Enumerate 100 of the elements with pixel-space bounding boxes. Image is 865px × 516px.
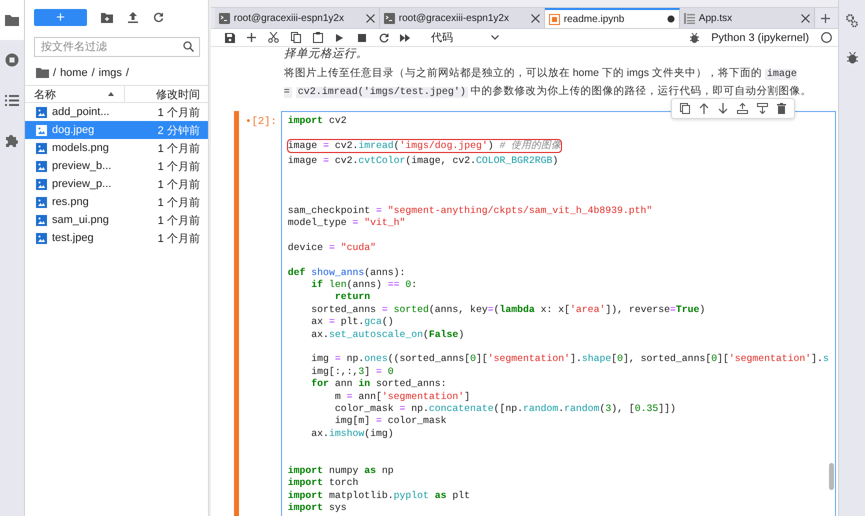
kernel-idle-icon [821,32,832,43]
scrollbar-thumb[interactable] [829,463,834,490]
new-folder-icon[interactable] [101,12,113,22]
code-line: import matplotlib.pyplot as plt [288,490,470,502]
file-item[interactable]: test.jpeg 1 个月前 [25,229,208,247]
duplicate-icon[interactable] [680,103,690,114]
code-line: ax = plt.gca() [310,316,394,329]
modified-time: 1 个月前 [158,106,200,120]
close-icon[interactable] [800,14,810,22]
insert-below-icon[interactable] [756,103,768,114]
editor-tab[interactable]: root@gracexiii-espn1y2x [214,8,380,28]
caret-icon [490,35,499,40]
search-icon [183,41,194,52]
image-file-icon [36,142,47,154]
code-line: sorted_anns = sorted(anns, key=(lambda x: x['area']), reverse=True) [310,304,706,316]
modified-time: 1 个月前 [158,232,200,246]
file-item[interactable]: dog.jpeg 2 分钟前 [25,121,208,139]
image-file-icon [36,124,47,136]
code-line: return [334,291,370,304]
column-header[interactable]: 名称 [34,86,56,102]
kernel-name[interactable]: Python 3 (ipykernel) [711,32,810,44]
file-name: sam_ui.png [52,214,110,226]
markdown-text: 择单元格运行。 [284,47,369,61]
modified-time: 1 个月前 [158,178,200,192]
code-line: img = np.ones((sorted_anns[0]['segmentation'].shape[0], sorted_anns[0]['segmentation'].s [310,353,829,366]
terminal-icon [218,12,230,24]
code-line: ax.imshow(img) [310,428,394,440]
modified-time: 1 个月前 [158,160,200,174]
code-line: ax.set_autoscale_on(False) [310,328,464,342]
code-line: import cv2 [288,115,347,128]
file-item[interactable]: add_point... 1 个月前 [25,103,208,121]
delete-icon[interactable] [776,103,786,114]
file-item[interactable]: res.png 1 个月前 [25,193,208,211]
code-editor[interactable] [280,111,836,516]
code-line: import torch [288,477,358,490]
code-line: device = "cuda" [288,242,376,254]
code-line: model_type = "vit_h" [288,217,406,230]
editor-tab[interactable]: readme.ipynb [544,8,680,28]
insert-above-icon[interactable] [736,103,748,114]
sort-ascending-icon[interactable] [108,92,114,96]
image-file-icon [36,160,47,172]
new-launcher-button[interactable]: + [34,9,87,26]
file-item[interactable]: sam_ui.png 1 个月前 [25,211,208,229]
image-file-icon [36,178,47,190]
bug-icon[interactable] [690,32,700,42]
code-line: img[:,:,3] = 0 [310,366,394,378]
folder-icon [36,68,49,78]
code-line: import numpy as np [288,464,394,478]
notebook-icon [548,14,560,24]
code-line: import sys [288,502,347,514]
path-separator: / [92,67,95,79]
code-line: color_mask = np.concatenate([np.random.random(3), [0.35]]) [334,402,676,416]
move-up-icon[interactable] [698,103,709,114]
highlighted-code-line: image = cv2.imread('imgs/dog.jpeg') # 使用的图像 [288,140,562,152]
modified-time: 1 个月前 [158,196,200,210]
modified-time: 1 个月前 [158,142,200,156]
settings-icon[interactable] [846,14,858,28]
bug-icon[interactable] [846,52,858,64]
breadcrumb-link[interactable]: home [60,67,88,79]
code-line: for ann in sorted_anns: [310,378,447,391]
file-name: preview_p... [52,178,112,190]
breadcrumb-link[interactable]: imgs [98,67,122,79]
code-line: def show_anns(anns): [288,266,406,280]
column-header[interactable]: 修改时间 [125,86,208,102]
unsaved-dot-icon[interactable] [666,15,675,23]
code-line: if len(anns) == 0: [310,279,418,292]
path-separator: / [53,67,56,79]
file-name: add_point... [52,106,110,118]
file-item[interactable]: models.png 1 个月前 [25,139,208,157]
file-name: dog.jpeg [52,124,96,136]
editor-tab[interactable]: App.tsx [680,8,815,28]
file-name: models.png [52,142,110,154]
filter-field[interactable]: 按文件名过滤 [34,37,200,57]
terminal-icon [384,12,395,24]
modified-time: 1 个月前 [158,214,200,228]
code-line: sam_checkpoint = "segment-anything/ckpts/sam_vit_h_4b8939.pth" [288,204,652,218]
close-icon[interactable] [530,14,540,22]
image-file-icon [36,196,47,208]
code-line: m = ann['segmentation'] [334,390,470,403]
code-line: img[m] = color_mask [334,415,447,428]
text-file-icon [684,12,695,24]
file-item[interactable]: preview_p... 1 个月前 [25,175,208,193]
refresh-icon[interactable] [153,12,164,23]
file-name: test.jpeg [52,232,95,244]
editor-tab[interactable]: root@gracexiii-espn1y2x [380,8,545,28]
image-file-icon [36,232,47,244]
file-item[interactable]: preview_b... 1 个月前 [25,157,208,175]
image-file-icon [36,106,47,118]
move-down-icon[interactable] [718,103,728,114]
cell-prompt: •[2]: [244,115,278,130]
file-browser-icon[interactable] [0,0,24,40]
cell-type-dropdown[interactable]: 代码 [426,30,503,45]
upload-icon[interactable] [128,12,138,23]
image-file-icon [36,214,47,226]
modified-time: 2 分钟前 [158,124,200,138]
file-name: res.png [52,196,90,208]
close-icon[interactable] [366,14,375,22]
path-separator: / [126,67,129,79]
code-line: image = cv2.cvtColor(image, cv2.COLOR_BGR2RGB) [288,155,558,168]
file-name: preview_b... [52,160,112,172]
